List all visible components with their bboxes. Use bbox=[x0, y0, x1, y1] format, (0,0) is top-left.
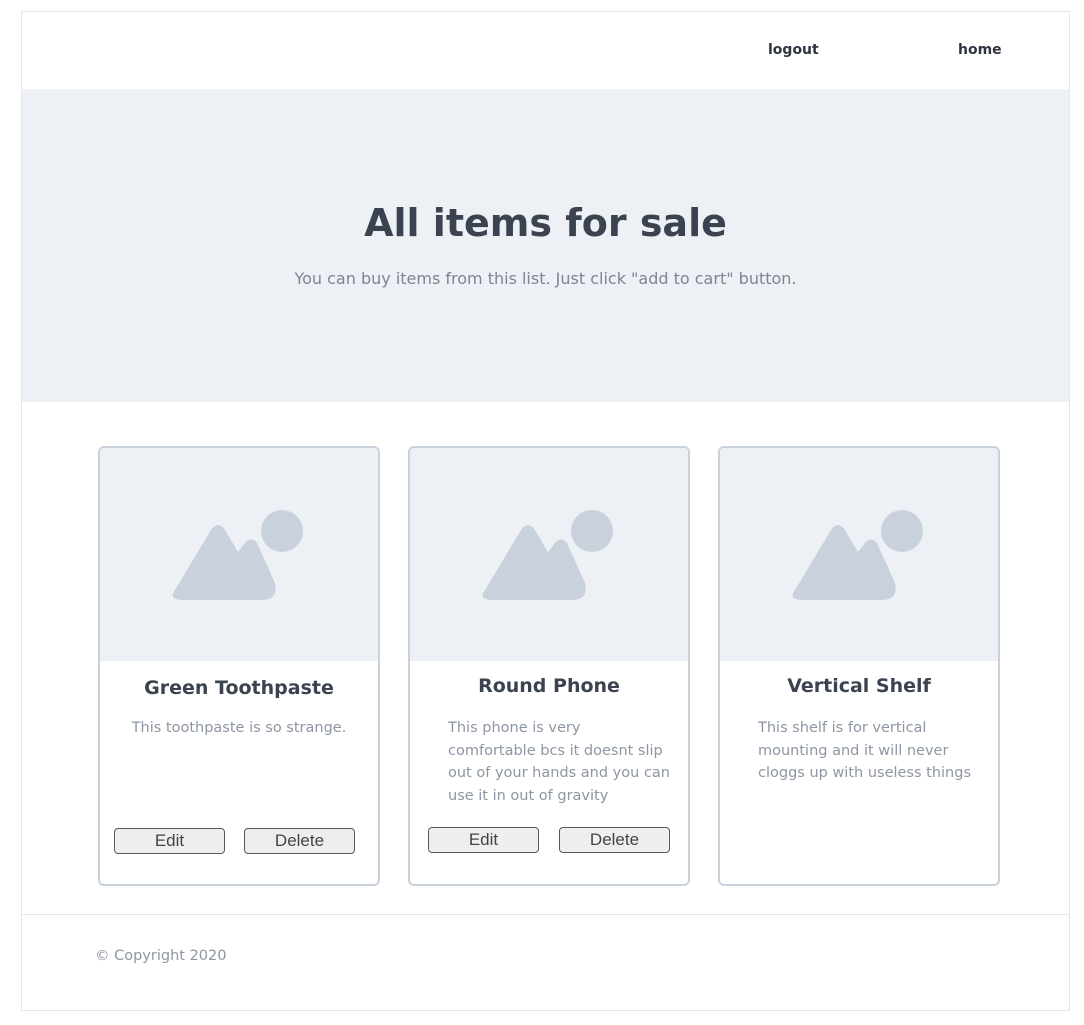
image-placeholder-icon bbox=[172, 510, 303, 600]
item-description: This shelf is for vertical mounting and … bbox=[758, 720, 972, 781]
item-card: Round Phone This phone is very comfortab… bbox=[408, 446, 690, 886]
image-placeholder-icon bbox=[482, 510, 613, 600]
page-subtitle: You can buy items from this list. Just c… bbox=[294, 269, 797, 288]
item-description: This toothpaste is so strange. bbox=[131, 720, 347, 736]
footer: © Copyright 2020 bbox=[22, 914, 1069, 1011]
nav-logout-link[interactable]: logout bbox=[768, 42, 819, 58]
image-placeholder-icon bbox=[792, 510, 923, 600]
copyright-text: © Copyright 2020 bbox=[95, 948, 227, 964]
top-nav: logout home bbox=[22, 12, 1069, 89]
item-card: Green Toothpaste This toothpaste is so s… bbox=[98, 446, 380, 886]
delete-button[interactable]: Delete bbox=[244, 828, 355, 854]
item-description: This phone is very comfortable bcs it do… bbox=[448, 720, 670, 804]
item-image bbox=[410, 448, 688, 661]
item-image bbox=[720, 448, 998, 661]
page-frame: logout home All items for sale You can b… bbox=[21, 11, 1070, 1011]
item-title: Vertical Shelf bbox=[787, 675, 931, 697]
edit-button[interactable]: Edit bbox=[114, 828, 225, 854]
nav-home-link[interactable]: home bbox=[958, 42, 1002, 58]
page-title: All items for sale bbox=[364, 201, 727, 245]
delete-button[interactable]: Delete bbox=[559, 827, 670, 853]
item-image bbox=[100, 448, 378, 661]
edit-button[interactable]: Edit bbox=[428, 827, 539, 853]
hero-section: All items for sale You can buy items fro… bbox=[22, 89, 1069, 402]
item-card: Vertical Shelf This shelf is for vertica… bbox=[718, 446, 1000, 886]
item-title: Green Toothpaste bbox=[144, 677, 334, 699]
item-title: Round Phone bbox=[478, 675, 620, 697]
